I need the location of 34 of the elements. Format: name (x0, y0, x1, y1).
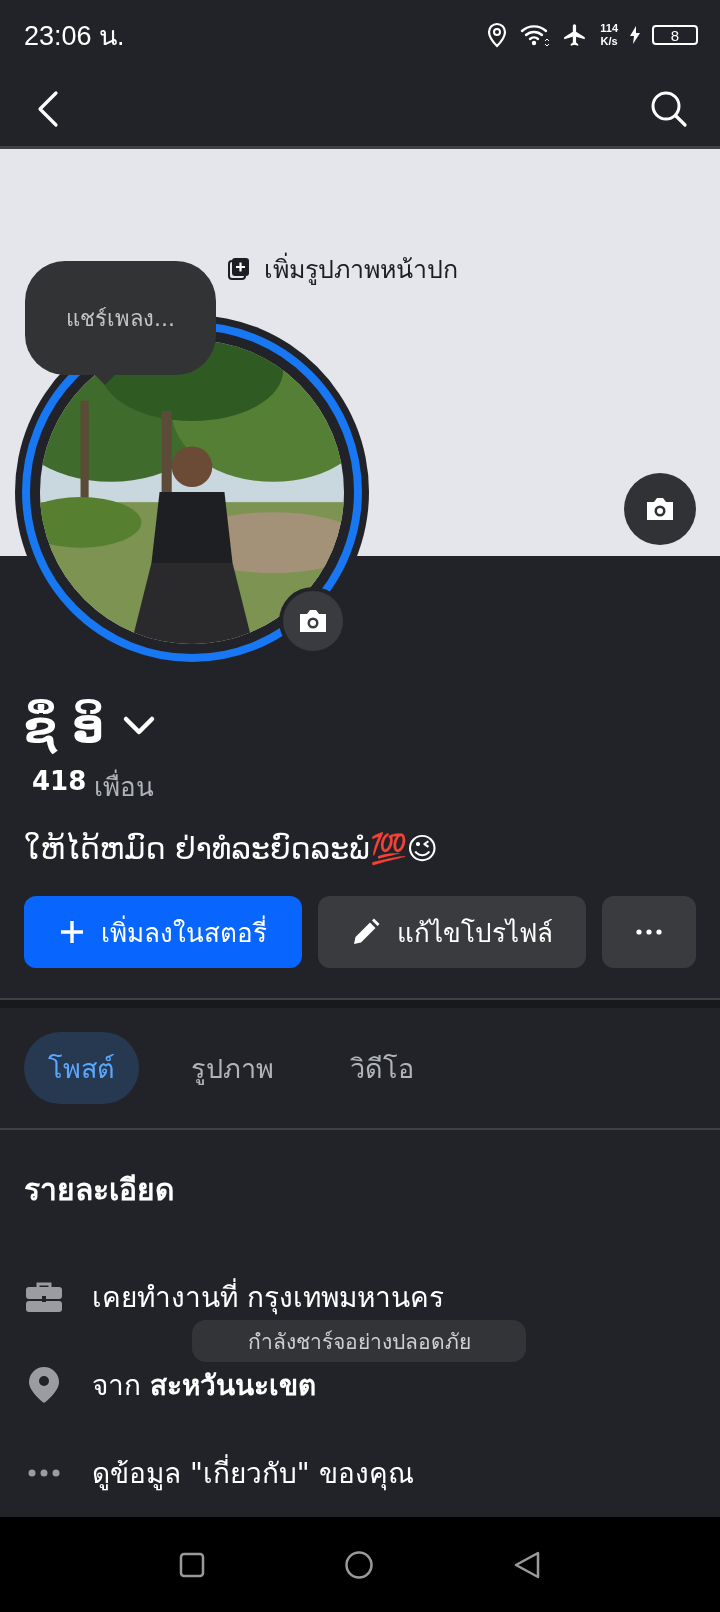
edit-profile-button[interactable]: แก้ไขโปรไฟล์ (318, 896, 586, 969)
location-icon (486, 22, 509, 49)
profile-tab[interactable]: รูปภาพ (167, 1032, 298, 1104)
recent-apps-icon[interactable] (179, 1551, 206, 1578)
speed-unit: K/s (600, 35, 618, 49)
camera-icon (644, 496, 676, 523)
network-speed: 114 (600, 22, 618, 36)
charging-icon (630, 26, 640, 45)
detail-text: เคยทำงานที่ กรุงเทพมหานคร (92, 1275, 444, 1319)
details-heading: รายละเอียด (24, 1171, 175, 1209)
friends-label: เพื่อน (94, 766, 155, 808)
add-to-story-button[interactable]: เพิ่มลงในสตอรี่ (24, 896, 302, 969)
back-icon[interactable] (36, 89, 60, 128)
add-cover-photo-label[interactable]: เพิ่มรูปภาพหน้าปก (264, 249, 458, 290)
more-icon (636, 929, 662, 936)
plus-icon (59, 919, 85, 946)
back-nav-icon[interactable] (512, 1549, 541, 1580)
profile-tab[interactable]: โพสต์ (24, 1032, 139, 1104)
briefcase-icon (24, 1281, 64, 1313)
wifi-icon (520, 23, 551, 48)
about-link[interactable]: ดูข้อมูล "เกี่ยวกับ" ของคุณ (92, 1451, 414, 1495)
bio-text: ໃຫ້ໄດ້ຫມົດ ຢ່າທໍລະຍົດລະພໍ💯😉 (24, 831, 439, 867)
tooltip-text: แชร์เพลง... (66, 304, 175, 333)
detail-text: จาก สะหวันนะเขต (92, 1368, 316, 1404)
battery-level: 8 (670, 26, 680, 44)
profile-name: ຊຶ່ ອິ (24, 700, 104, 752)
toast-text: กำลังชาร์จอย่างปลอดภัย (247, 1328, 471, 1356)
search-icon[interactable] (650, 89, 688, 128)
friends-count: 418 (32, 766, 87, 799)
status-time: 23:06 น. (24, 19, 125, 53)
camera-icon (297, 608, 329, 635)
home-icon[interactable] (344, 1549, 374, 1580)
profile-tab[interactable]: วิดีโอ (326, 1032, 438, 1104)
add-photo-icon[interactable] (228, 257, 250, 282)
